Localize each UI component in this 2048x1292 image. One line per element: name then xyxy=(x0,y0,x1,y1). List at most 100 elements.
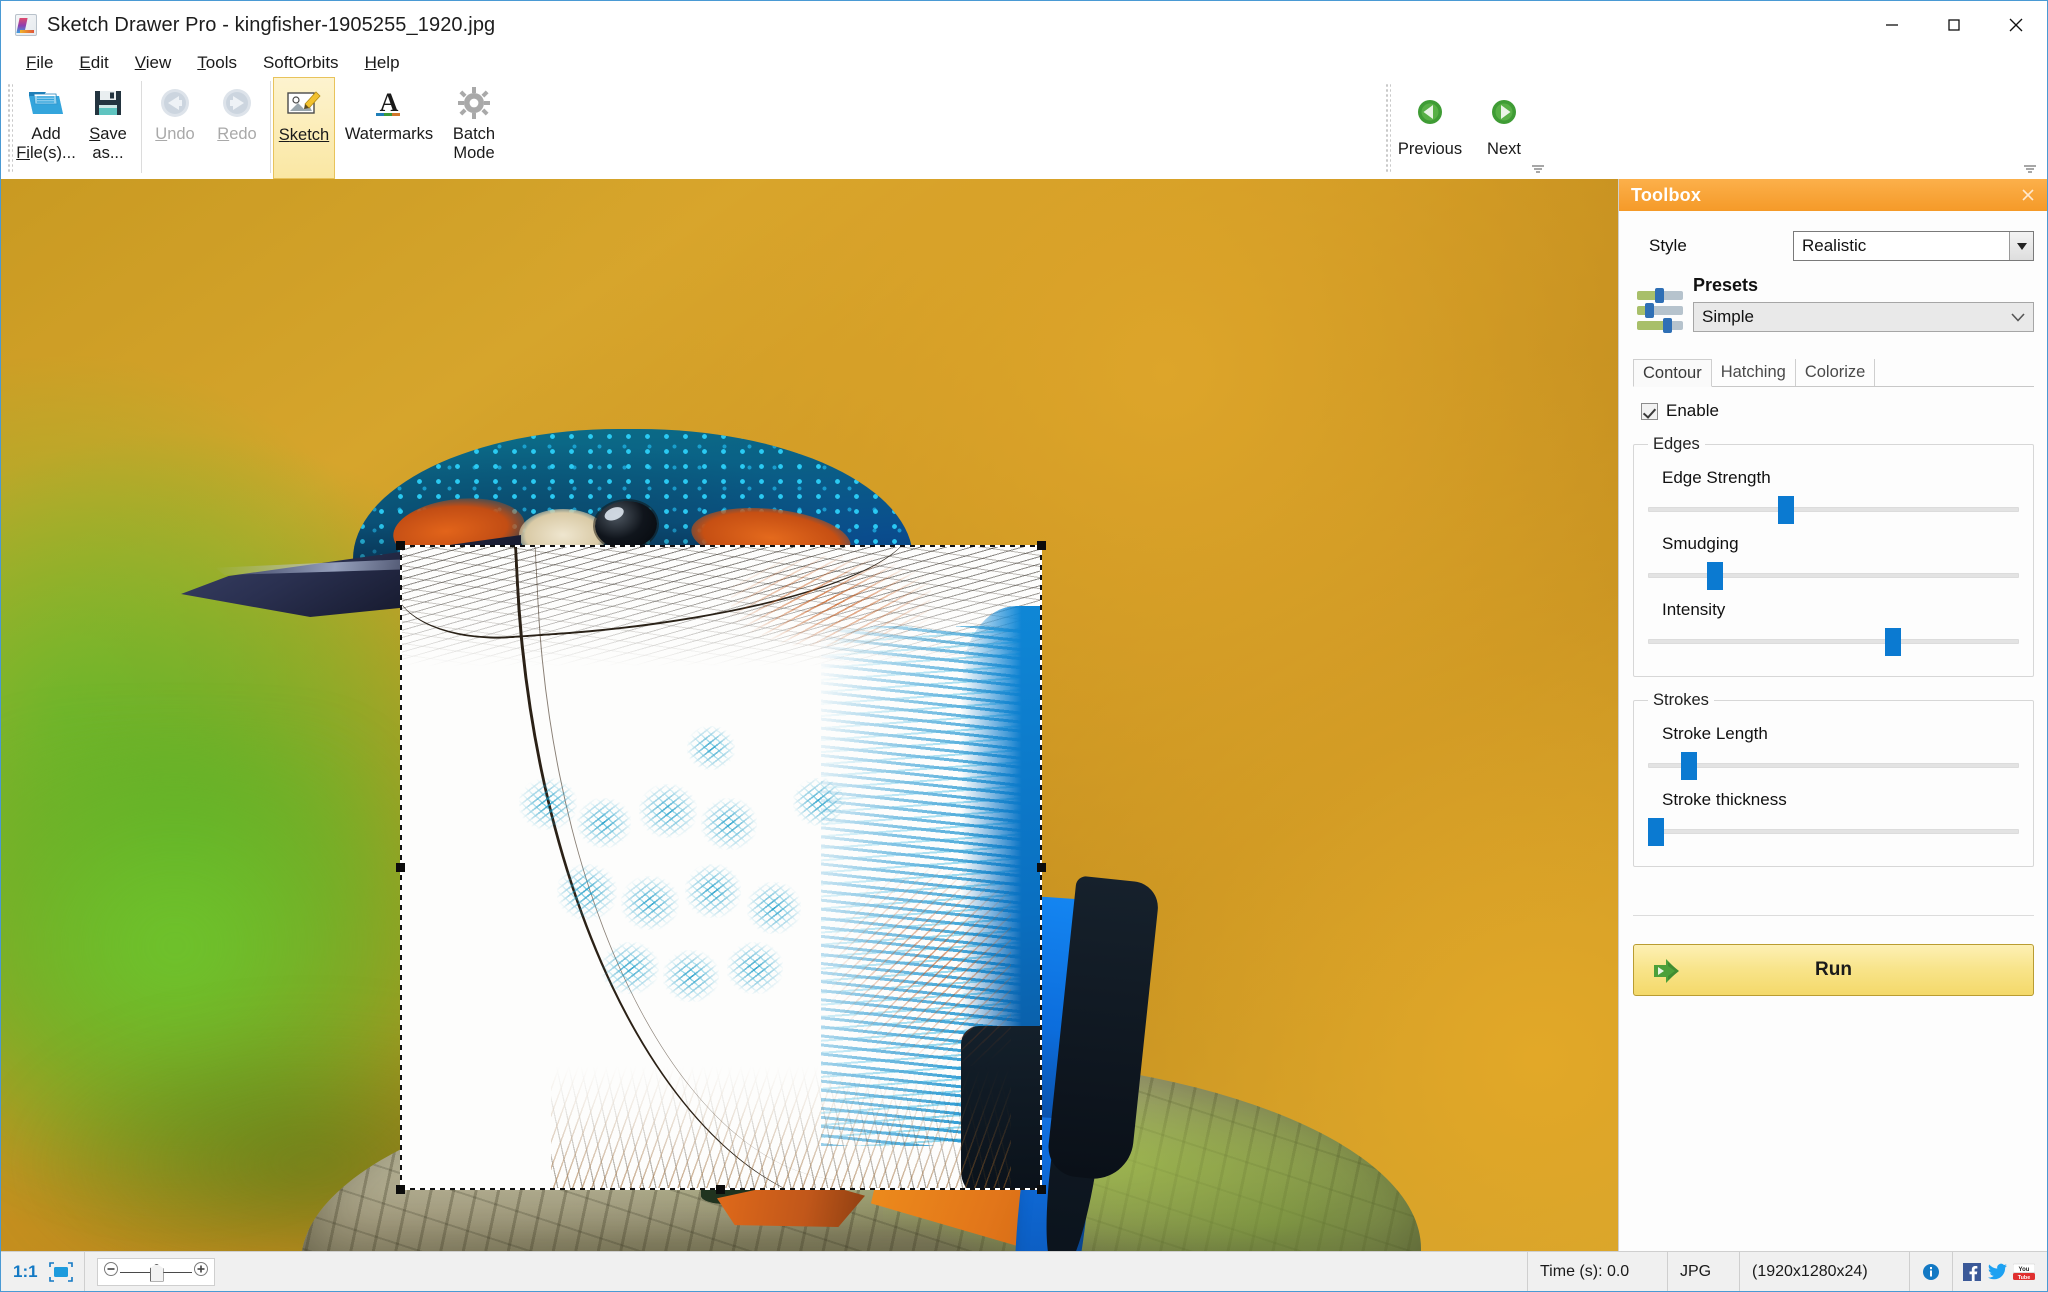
svg-text:You: You xyxy=(2019,1267,2030,1273)
undo-button[interactable]: Undo xyxy=(144,77,206,179)
toolbox-panel: Toolbox Style Realistic Presets Simple C… xyxy=(1618,179,2047,1252)
chevron-down-icon[interactable] xyxy=(2011,307,2025,327)
enable-checkbox-row[interactable]: Enable xyxy=(1633,401,2034,421)
app-logo-icon xyxy=(15,14,37,36)
edges-group-label: Edges xyxy=(1653,435,1700,453)
watermarks-button[interactable]: A Watermarks xyxy=(335,77,443,179)
menu-edit[interactable]: Edit xyxy=(66,51,121,75)
svg-text:A: A xyxy=(380,88,399,117)
batch-mode-button[interactable]: Batch Mode xyxy=(443,77,505,179)
toolbar-expand-icon[interactable] xyxy=(2021,161,2039,177)
info-icon[interactable] xyxy=(1910,1251,1953,1291)
add-files-label: Add File(s)... xyxy=(16,125,76,162)
tab-contour[interactable]: Contour xyxy=(1633,359,1712,387)
nav-group-grip[interactable] xyxy=(1385,83,1391,173)
gear-icon xyxy=(457,84,491,122)
zoom-in-icon[interactable] xyxy=(193,1261,209,1282)
slider-track[interactable] xyxy=(1648,507,2019,512)
sketch-breast-spot xyxy=(701,798,757,850)
next-label: Next xyxy=(1487,140,1521,158)
toolbox-divider xyxy=(1633,915,2034,916)
smudging-slider[interactable] xyxy=(1648,560,2019,590)
fit-to-window-icon[interactable] xyxy=(46,1251,85,1291)
twitter-icon[interactable] xyxy=(1985,1252,2011,1292)
slider-thumb[interactable] xyxy=(1648,818,1664,846)
menu-help[interactable]: Help xyxy=(352,51,413,75)
status-spacer xyxy=(215,1251,1528,1291)
image-canvas[interactable] xyxy=(1,179,1618,1252)
sketch-breast-spot xyxy=(663,950,719,1002)
run-button-wrap: Run xyxy=(1633,944,2034,996)
stroke-length-label: Stroke Length xyxy=(1662,724,1768,743)
menu-file[interactable]: File xyxy=(13,51,66,75)
slider-track[interactable] xyxy=(1648,639,2019,644)
smudging-label: Smudging xyxy=(1662,534,1739,553)
tab-colorize[interactable]: Colorize xyxy=(1796,359,1876,386)
stroke-thickness-slider[interactable] xyxy=(1648,816,2019,846)
nav-expand-icon[interactable] xyxy=(1529,161,1547,177)
previous-arrow-icon xyxy=(1415,93,1445,131)
intensity-slider[interactable] xyxy=(1648,626,2019,656)
close-button[interactable] xyxy=(1985,1,2047,49)
sliders-preset-icon xyxy=(1633,285,1693,341)
tab-hatching[interactable]: Hatching xyxy=(1712,359,1796,386)
window-controls xyxy=(1861,1,2047,49)
enable-checkbox[interactable] xyxy=(1641,402,1658,420)
slider-thumb[interactable] xyxy=(1777,496,1794,524)
toolbar-grip[interactable] xyxy=(7,83,13,173)
redo-label: Redo xyxy=(217,125,257,143)
green-arrow-icon xyxy=(1652,957,1692,990)
zoom-out-icon[interactable] xyxy=(103,1261,119,1282)
letter-a-watermark-icon: A xyxy=(372,84,406,122)
youtube-icon[interactable]: You Tube xyxy=(2011,1252,2037,1292)
application-window: Sketch Drawer Pro - kingfisher-1905255_1… xyxy=(0,0,2048,1292)
menu-view[interactable]: View xyxy=(122,51,185,75)
slider-track[interactable] xyxy=(1648,763,2019,768)
zoom-handle[interactable] xyxy=(149,1263,164,1282)
edge-strength-slider[interactable] xyxy=(1648,494,2019,524)
run-button[interactable]: Run xyxy=(1633,944,2034,996)
presets-select[interactable]: Simple xyxy=(1693,302,2034,332)
slider-thumb[interactable] xyxy=(1681,752,1698,780)
style-select[interactable]: Realistic xyxy=(1793,231,2034,261)
menu-softorbits[interactable]: SoftOrbits xyxy=(250,51,352,75)
style-value: Realistic xyxy=(1802,236,1867,255)
sketch-breast-spot xyxy=(621,876,679,930)
toolbar-separator xyxy=(270,81,271,173)
save-as-button[interactable]: Save as... xyxy=(77,77,139,179)
floppy-disk-icon xyxy=(91,84,125,122)
sketch-preview-region[interactable] xyxy=(401,546,1041,1189)
toolbar-separator xyxy=(141,81,142,173)
sketch-breast-spot xyxy=(687,726,735,770)
toolbox-close-icon[interactable] xyxy=(2018,185,2038,205)
redo-arrow-icon xyxy=(219,84,255,122)
undo-label: Undo xyxy=(155,125,195,143)
sketch-breast-spot xyxy=(747,882,801,934)
previous-button[interactable]: Previous xyxy=(1393,77,1467,179)
stroke-length-slider[interactable] xyxy=(1648,750,2019,780)
maximize-button[interactable] xyxy=(1923,1,1985,49)
previous-label: Previous xyxy=(1397,140,1463,158)
sketch-breast-spot xyxy=(557,864,617,920)
add-files-button[interactable]: Add File(s)... xyxy=(15,77,77,179)
run-label: Run xyxy=(1815,959,1852,980)
image-dimensions: (1920x1280x24) xyxy=(1740,1251,1910,1291)
title-bar: Sketch Drawer Pro - kingfisher-1905255_1… xyxy=(1,1,2047,49)
sketch-button[interactable]: Sketch xyxy=(273,77,335,179)
intensity-label: Intensity xyxy=(1662,600,1726,619)
sketch-rust-strokes-flank xyxy=(831,866,1011,1066)
minimize-button[interactable] xyxy=(1861,1,1923,49)
slider-track[interactable] xyxy=(1648,573,2019,578)
enable-label: Enable xyxy=(1666,401,1719,420)
slider-thumb[interactable] xyxy=(1707,562,1724,590)
facebook-icon[interactable] xyxy=(1959,1252,1985,1292)
slider-track[interactable] xyxy=(1648,829,2019,834)
toolbox-body: Style Realistic Presets Simple Contour H… xyxy=(1619,211,2047,1252)
zoom-slider[interactable] xyxy=(96,1257,215,1286)
style-row: Style Realistic xyxy=(1633,229,2034,263)
slider-thumb[interactable] xyxy=(1885,628,1902,656)
menu-tools[interactable]: Tools xyxy=(184,51,250,75)
toolbar-group-file: Add File(s)... Save as... xyxy=(15,77,139,179)
chevron-down-icon[interactable] xyxy=(2009,232,2033,260)
redo-button[interactable]: Redo xyxy=(206,77,268,179)
